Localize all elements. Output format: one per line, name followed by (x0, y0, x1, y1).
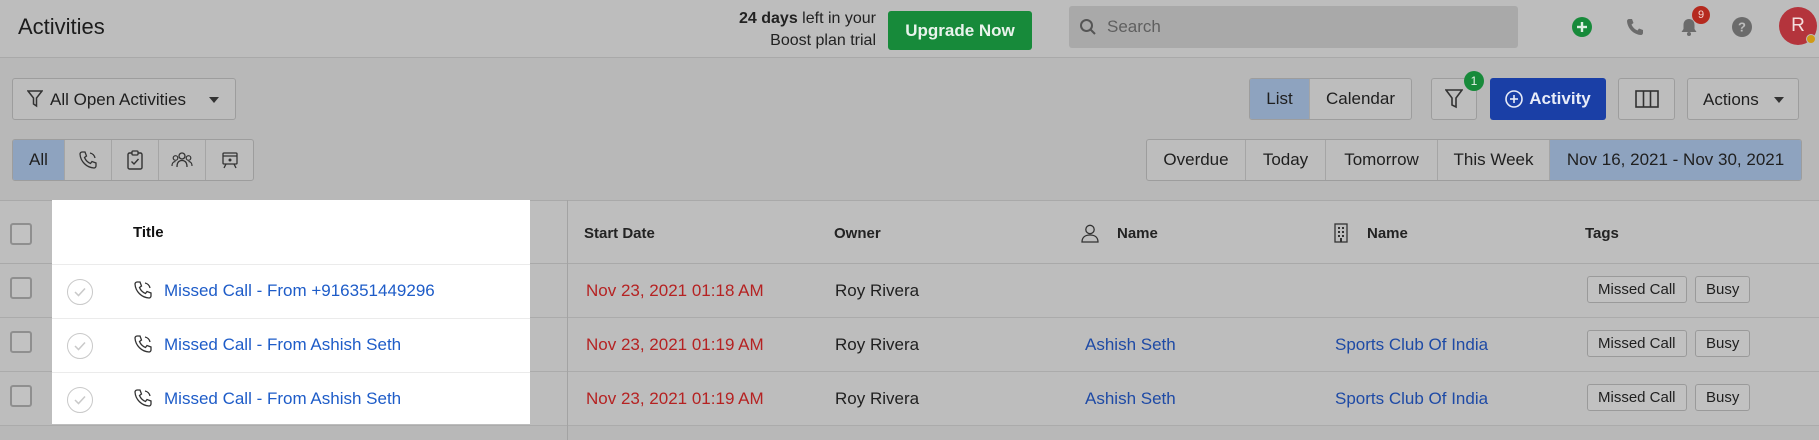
owner-cell: Roy Rivera (835, 389, 920, 408)
quick-add-icon[interactable] (1569, 14, 1595, 40)
actions-dropdown[interactable]: Actions (1687, 78, 1799, 120)
start-date-cell: Nov 23, 2021 01:19 AM (586, 389, 764, 408)
filter-count-badge: 1 (1464, 71, 1484, 91)
phone-icon (134, 335, 152, 353)
contact-link[interactable]: Ashish Seth (1085, 389, 1176, 409)
svg-text:?: ? (1738, 20, 1746, 35)
view-filter-dropdown[interactable]: All Open Activities (12, 78, 236, 120)
tab-calls[interactable] (65, 140, 112, 180)
mark-done-icon[interactable] (67, 333, 93, 359)
activity-title-link[interactable]: Missed Call - From Ashish Seth (164, 389, 401, 409)
row-checkbox[interactable] (10, 385, 32, 407)
mark-done-icon[interactable] (67, 387, 93, 413)
person-icon (1081, 224, 1099, 243)
tag-badge[interactable]: Missed Call (1587, 330, 1687, 357)
phone-icon[interactable] (1622, 14, 1648, 40)
tag-badge[interactable]: Missed Call (1587, 276, 1687, 303)
phone-icon (79, 151, 97, 169)
date-filter-tabs: Overdue Today Tomorrow This Week Nov 16,… (1146, 139, 1802, 181)
column-start-date[interactable]: Start Date (584, 225, 655, 242)
tab-today[interactable]: Today (1246, 140, 1326, 180)
building-icon (1334, 223, 1348, 243)
tab-overdue[interactable]: Overdue (1147, 140, 1246, 180)
top-header: Activities 24 days left in your Boost pl… (0, 0, 1819, 58)
trial-text-line2: Boost plan trial (770, 32, 876, 49)
row-divider (52, 318, 530, 319)
actions-label: Actions (1703, 90, 1759, 109)
add-activity-button[interactable]: Activity (1490, 78, 1606, 120)
column-contact-name[interactable]: Name (1117, 225, 1158, 242)
tab-meetings[interactable] (159, 140, 206, 180)
add-activity-label: Activity (1529, 89, 1591, 108)
tab-tomorrow[interactable]: Tomorrow (1326, 140, 1438, 180)
contact-link[interactable]: Ashish Seth (1085, 335, 1176, 355)
column-divider (567, 200, 568, 440)
columns-button[interactable] (1618, 78, 1675, 120)
tab-this-week[interactable]: This Week (1438, 140, 1550, 180)
row-divider (52, 264, 530, 265)
upgrade-now-button[interactable]: Upgrade Now (888, 11, 1032, 50)
owner-cell: Roy Rivera (835, 281, 920, 300)
status-dot (1806, 34, 1816, 44)
notification-count-badge: 9 (1692, 6, 1710, 24)
column-title[interactable]: Title (133, 224, 164, 241)
trial-days: 24 days (739, 10, 798, 27)
company-link[interactable]: Sports Club Of India (1335, 389, 1488, 409)
search-input[interactable] (1107, 14, 1507, 40)
caret-down-icon (209, 97, 219, 103)
company-link[interactable]: Sports Club Of India (1335, 335, 1488, 355)
row-checkbox[interactable] (10, 331, 32, 353)
trial-notice: 24 days left in your Boost plan trial (700, 8, 876, 52)
caret-down-icon (1774, 97, 1784, 103)
meeting-people-icon (171, 152, 193, 168)
column-owner[interactable]: Owner (834, 225, 881, 242)
funnel-icon (27, 90, 43, 108)
row-checkbox[interactable] (10, 277, 32, 299)
trial-text-line1: left in your (797, 10, 876, 27)
activity-title-link[interactable]: Missed Call - From +916351449296 (164, 281, 435, 301)
tag-badge[interactable]: Busy (1695, 384, 1751, 411)
view-filter-label: All Open Activities (50, 90, 187, 109)
view-switch: List Calendar (1249, 78, 1412, 120)
select-all-checkbox[interactable] (10, 223, 32, 245)
search-icon (1080, 19, 1096, 35)
phone-icon (134, 281, 152, 299)
owner-cell: Roy Rivera (835, 335, 920, 354)
tab-tasks[interactable] (112, 140, 159, 180)
phone-icon (134, 389, 152, 407)
tag-badge[interactable]: Busy (1695, 330, 1751, 357)
tab-list[interactable]: List (1250, 79, 1310, 119)
tag-badge[interactable]: Missed Call (1587, 384, 1687, 411)
title-column-spotlight: Title Missed Call - From +916351449296 M… (52, 200, 530, 424)
columns-icon (1634, 90, 1659, 108)
column-company-name[interactable]: Name (1367, 225, 1408, 242)
start-date-cell: Nov 23, 2021 01:19 AM (586, 335, 764, 354)
help-icon[interactable]: ? (1729, 14, 1755, 40)
funnel-icon (1445, 89, 1463, 109)
tab-other[interactable] (206, 140, 253, 180)
row-divider (52, 372, 530, 373)
tab-all[interactable]: All (13, 140, 65, 180)
plus-circle-icon (1505, 90, 1524, 108)
start-date-cell: Nov 23, 2021 01:18 AM (586, 281, 764, 300)
task-clipboard-icon (127, 150, 143, 170)
search-box[interactable] (1069, 6, 1518, 48)
tab-calendar[interactable]: Calendar (1310, 79, 1411, 119)
activity-title-link[interactable]: Missed Call - From Ashish Seth (164, 335, 401, 355)
other-activity-icon (221, 152, 238, 169)
tag-badge[interactable]: Busy (1695, 276, 1751, 303)
column-tags[interactable]: Tags (1585, 225, 1619, 242)
activity-type-tabs: All (12, 139, 254, 181)
tab-date-range[interactable]: Nov 16, 2021 - Nov 30, 2021 (1550, 140, 1801, 180)
page-title: Activities (18, 14, 105, 39)
mark-done-icon[interactable] (67, 279, 93, 305)
